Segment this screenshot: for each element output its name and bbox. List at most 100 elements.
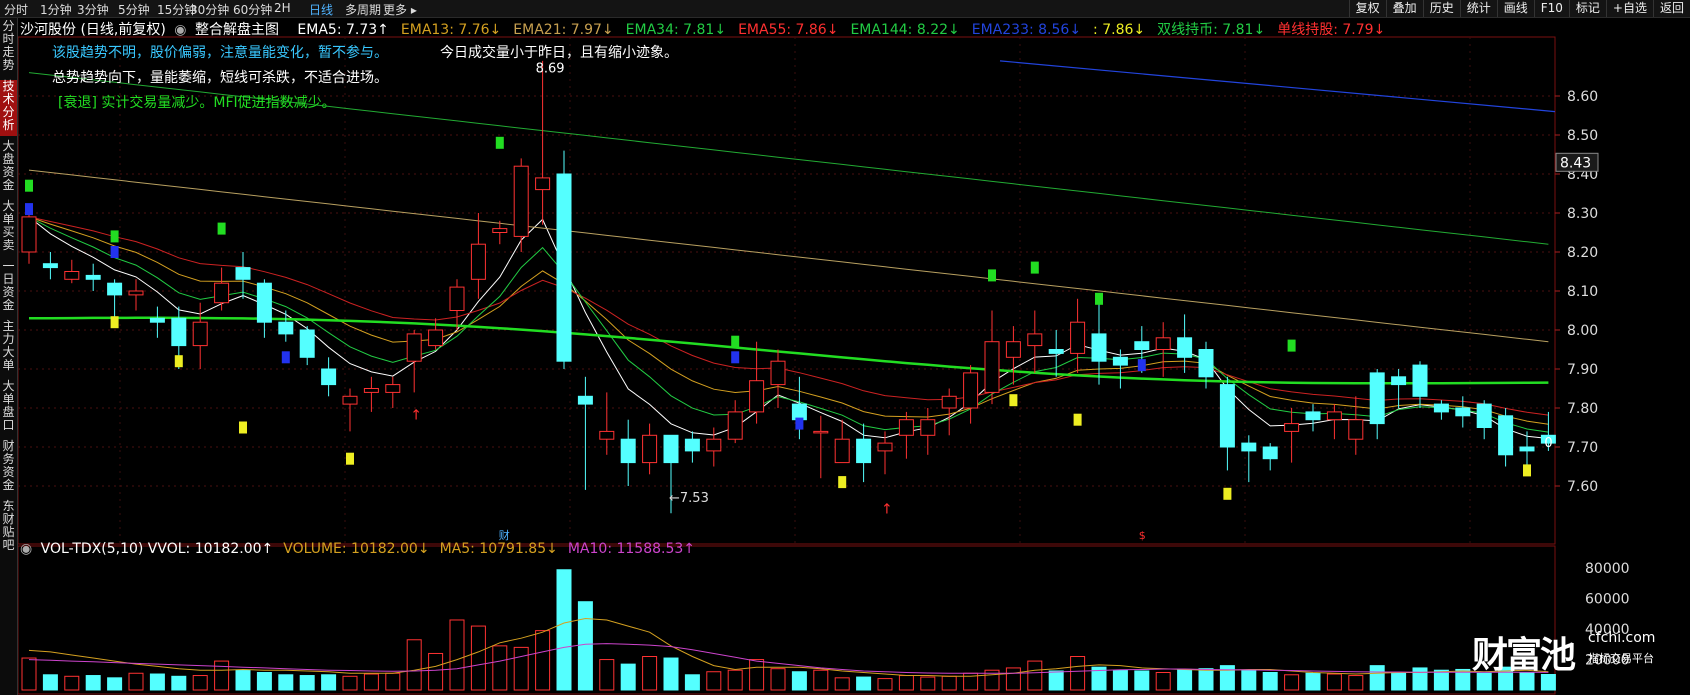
volume-bar — [770, 668, 786, 691]
candle-body — [385, 384, 401, 393]
volume-header: ◉ VOL-TDX(5,10) VVOL: 10182.00↑ VOLUME: 1… — [20, 541, 709, 557]
up-arrow-icon: ↑ — [881, 501, 893, 517]
sidebar-item-6[interactable]: 大单盘口 — [0, 380, 17, 436]
volume-bar — [856, 676, 872, 691]
candle-body — [428, 329, 444, 347]
volume-label-2: MA5: 10791.85↓ — [439, 541, 558, 557]
right-toolbar: 复权 叠加 历史 统计 画线 F10 标记 +自选 返回 — [1348, 0, 1690, 17]
period-tab-10[interactable]: 更多 ▸ — [383, 1, 417, 18]
volume-bar — [1391, 672, 1407, 691]
sidebar-item-5[interactable]: 主力大单 — [0, 320, 17, 376]
sidebar-item-4[interactable]: 一日资金 — [0, 260, 17, 316]
candle-body — [620, 438, 636, 464]
candle-body — [235, 267, 251, 280]
volume-bar — [684, 674, 700, 691]
sidebar-item-3[interactable]: 大单买卖 — [0, 200, 17, 256]
sidebar-item-7[interactable]: 财务资金 — [0, 440, 17, 496]
volume-bar — [406, 639, 422, 691]
period-tab-7[interactable]: 2H — [274, 1, 291, 15]
toolbar-button-1[interactable]: 叠加 — [1385, 0, 1423, 17]
analysis-line-2: 总势趋势向下，量能萎缩，短线可杀跌，不适合进场。 — [52, 70, 388, 86]
period-tab-8[interactable]: 日线 — [309, 1, 333, 18]
price-tick-label: 7.90 — [1567, 362, 1598, 378]
sidebar-item-2[interactable]: 大盘资金 — [0, 140, 17, 196]
volume-bar — [299, 675, 315, 691]
ema-label-6: EMA233: 8.56↓ — [971, 22, 1082, 38]
volume-bar — [642, 656, 658, 691]
candle-body — [1348, 419, 1364, 440]
ema-lines — [28, 60, 1556, 439]
period-tab-6[interactable]: 60分钟 — [233, 1, 272, 18]
indicator-name[interactable]: 整合解盘主图 — [195, 22, 279, 38]
analysis-line-1b: 今日成交量小于昨日，且有缩小迹象。 — [440, 45, 678, 61]
candle-body — [791, 403, 807, 421]
candle-body — [256, 282, 272, 323]
signal-marker — [838, 476, 847, 489]
volume-bar — [1284, 674, 1300, 691]
candle-body — [21, 216, 37, 253]
toolbar-button-7[interactable]: +自选 — [1605, 0, 1653, 17]
signal-marker — [1009, 394, 1018, 407]
toolbar-button-2[interactable]: 历史 — [1422, 0, 1460, 17]
signal-marker — [110, 246, 119, 258]
candle-body — [1155, 337, 1171, 350]
stock-title[interactable]: 沙河股份 (日线,前复权) — [20, 22, 166, 38]
sidebar-item-1[interactable]: 技术分析 — [0, 80, 17, 136]
volume-bar — [1305, 672, 1321, 691]
candle-body — [663, 434, 679, 464]
sidebar-item-8[interactable]: 东财贴吧 — [0, 500, 17, 556]
dividend-marker: $ — [1139, 529, 1146, 542]
toolbar-button-6[interactable]: 标记 — [1568, 0, 1606, 17]
volume-bar — [599, 659, 615, 691]
candlesticks — [21, 60, 1556, 514]
volume-bar — [577, 601, 593, 691]
candle-body — [1369, 372, 1385, 425]
volume-bar — [791, 671, 807, 691]
period-tab-5[interactable]: 30分钟 — [190, 1, 229, 18]
toolbar-button-4[interactable]: 画线 — [1496, 0, 1534, 17]
ema-label-7: : 7.86↓ — [1093, 22, 1146, 38]
candle-body — [1262, 446, 1278, 460]
period-tab-9[interactable]: 多周期 — [345, 1, 381, 18]
signal-marker — [110, 316, 119, 329]
candle-body — [920, 419, 936, 436]
candle-body — [1005, 341, 1021, 358]
candle-body — [941, 395, 957, 409]
period-tab-0[interactable]: 分时 — [4, 1, 28, 18]
toolbar-button-8[interactable]: 返回 — [1652, 0, 1690, 17]
period-tab-1[interactable]: 1分钟 — [40, 1, 72, 18]
volume-bar — [1348, 675, 1364, 691]
volume-bar — [21, 657, 37, 691]
toolbar-button-5[interactable]: F10 — [1533, 0, 1569, 17]
volume-bar — [1155, 671, 1171, 691]
volume-bar — [256, 671, 272, 691]
candle-body — [599, 430, 615, 440]
settings-icon[interactable]: ◉ — [174, 22, 186, 38]
volume-settings-icon[interactable]: ◉ — [20, 541, 32, 557]
candle-body — [1112, 356, 1128, 366]
candle-body — [1070, 321, 1086, 354]
period-tab-2[interactable]: 3分钟 — [77, 1, 109, 18]
volume-bar — [513, 646, 529, 691]
ema-label-9: 单线持股: 7.79↓ — [1277, 22, 1386, 38]
candle-body — [1519, 446, 1535, 452]
sidebar-item-0[interactable]: 分时走势 — [0, 20, 17, 76]
toolbar-button-3[interactable]: 统计 — [1459, 0, 1497, 17]
volume-bar — [363, 673, 379, 691]
ema-fast-green-line — [28, 216, 1549, 433]
volume-bar — [727, 669, 743, 691]
candle-body — [128, 290, 144, 296]
volume-bar — [813, 669, 829, 691]
volume-bar — [663, 657, 679, 691]
volume-bar — [342, 675, 358, 691]
period-tab-3[interactable]: 5分钟 — [118, 1, 150, 18]
signal-marker — [1137, 359, 1146, 372]
volume-bar — [214, 660, 230, 691]
volume-bar — [877, 678, 893, 691]
signal-markers: ↑ ↑ 8.69 ←7.53 0 财 $ — [25, 62, 1553, 542]
candle-body — [492, 228, 508, 234]
candle-body — [1091, 333, 1107, 362]
toolbar-button-0[interactable]: 复权 — [1348, 0, 1386, 17]
candle-body — [171, 317, 187, 347]
volume-bar — [449, 619, 465, 691]
